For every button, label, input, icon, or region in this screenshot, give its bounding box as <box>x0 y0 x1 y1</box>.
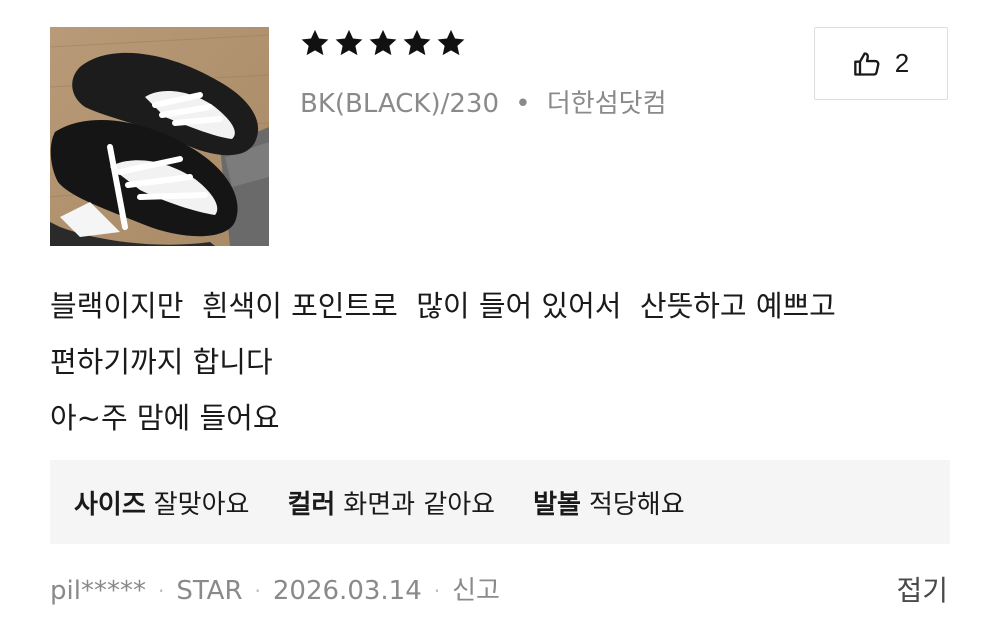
review-date: 2026.03.14 <box>272 576 422 606</box>
evaluation-value: 잘맞아요 <box>153 489 250 520</box>
review-text-line: 아~주 맘에 들어요 <box>50 401 280 435</box>
evaluation-size: 사이즈 잘맞아요 <box>74 484 249 521</box>
review-meta: pil***** · STAR · 2026.03.14 · 신고 <box>50 572 500 610</box>
star-icon <box>436 28 466 58</box>
star-icon <box>300 28 330 58</box>
thumbs-up-icon <box>853 50 881 78</box>
helpful-count: 2 <box>894 48 910 78</box>
author-grade: STAR <box>176 576 243 606</box>
fit-evaluation: 사이즈 잘맞아요 컬러 화면과 같아요 발볼 적당해요 <box>50 460 950 544</box>
sneaker-photo-image <box>50 27 269 246</box>
fold-button[interactable]: 접기 <box>896 572 948 610</box>
meta-separator: · <box>254 579 261 603</box>
star-icon <box>368 28 398 58</box>
helpful-button[interactable]: 2 <box>814 27 948 100</box>
review-text-line: 블랙이지만 흰색이 포인트로 많이 들어 있어서 산뜻하고 예쁘고 <box>50 289 836 323</box>
evaluation-key: 사이즈 <box>74 489 146 520</box>
author-name: pil***** <box>50 576 146 606</box>
evaluation-key: 컬러 <box>287 489 336 520</box>
review-text-line: 편하기까지 합니다 <box>50 345 273 379</box>
review-photo[interactable] <box>50 27 269 246</box>
report-link[interactable]: 신고 <box>452 572 500 610</box>
option-separator: • <box>515 89 531 119</box>
option-text: BK(BLACK)/230 <box>300 89 500 119</box>
evaluation-value: 적당해요 <box>588 489 685 520</box>
store-name: 더한섬닷컴 <box>546 89 667 119</box>
star-icon <box>402 28 432 58</box>
review-text: 블랙이지만 흰색이 포인트로 많이 들어 있어서 산뜻하고 예쁘고 편하기까지 … <box>50 278 950 446</box>
evaluation-value: 화면과 같아요 <box>343 489 496 520</box>
purchase-option: BK(BLACK)/230 • 더한섬닷컴 <box>300 86 667 122</box>
evaluation-key: 발볼 <box>533 489 581 520</box>
star-icon <box>334 28 364 58</box>
evaluation-color: 컬러 화면과 같아요 <box>287 484 495 521</box>
star-rating <box>300 28 466 58</box>
meta-separator: · <box>157 579 165 603</box>
evaluation-width: 발볼 적당해요 <box>533 484 685 521</box>
meta-separator: · <box>433 579 441 603</box>
